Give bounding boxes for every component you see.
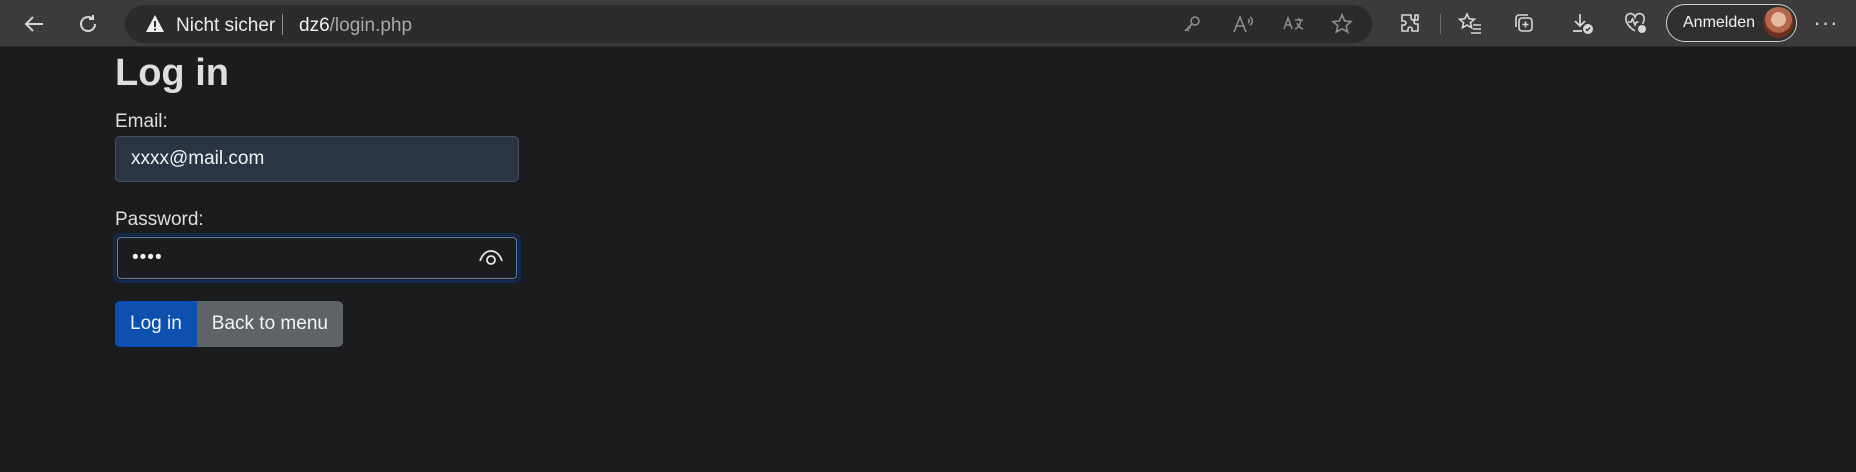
signin-label: Anmelden [1683, 14, 1756, 31]
email-field[interactable] [115, 136, 519, 182]
form-actions: Log in Back to menu [115, 301, 343, 347]
collections-icon[interactable] [1510, 9, 1538, 37]
translate-icon[interactable] [1281, 12, 1305, 36]
signin-button[interactable]: Anmelden [1666, 4, 1797, 42]
avatar [1763, 7, 1794, 38]
url-path: /login.php [329, 15, 413, 36]
password-label: Password: [115, 209, 204, 230]
key-icon[interactable] [1180, 12, 1204, 36]
browser-toolbar: Nicht sicher dz6/login.php Anmelden ··· [0, 0, 1856, 47]
address-separator [282, 14, 283, 35]
password-field[interactable] [117, 237, 517, 279]
favorite-star-icon[interactable] [1330, 12, 1354, 36]
email-label: Email: [115, 111, 168, 132]
browser-essentials-icon[interactable] [1621, 9, 1649, 37]
back-to-menu-button[interactable]: Back to menu [196, 301, 343, 347]
read-aloud-icon[interactable] [1231, 12, 1255, 36]
login-button[interactable]: Log in [115, 301, 197, 347]
page-title: Log in [115, 52, 229, 94]
back-arrow-icon[interactable] [16, 6, 52, 42]
password-field-wrapper [113, 233, 521, 283]
favorites-list-icon[interactable] [1456, 9, 1484, 37]
url-host: dz6 [299, 15, 330, 36]
url-text[interactable]: dz6/login.php [299, 15, 412, 37]
extensions-icon[interactable] [1396, 9, 1424, 37]
more-icon[interactable]: ··· [1812, 9, 1840, 37]
refresh-icon[interactable] [70, 6, 106, 42]
address-bar[interactable]: Nicht sicher dz6/login.php [125, 5, 1372, 43]
page-content: Log in Email: Password: Log in Back to m… [0, 47, 1856, 472]
security-status[interactable]: Nicht sicher [176, 15, 275, 37]
eye-icon[interactable] [478, 247, 504, 267]
downloads-icon[interactable] [1568, 9, 1596, 37]
warning-icon[interactable] [145, 14, 165, 34]
toolbar-separator [1440, 14, 1441, 34]
